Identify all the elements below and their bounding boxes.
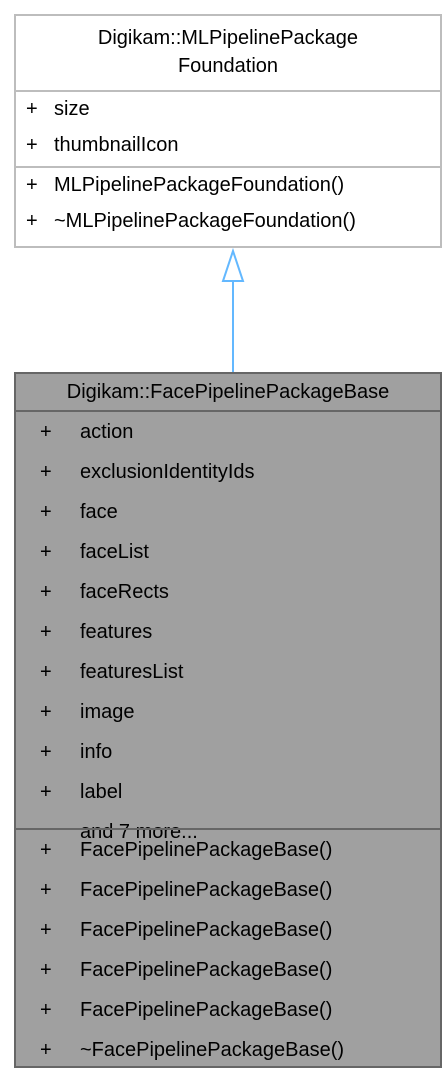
method-name: ~FacePipelinePackageBase() <box>80 1039 345 1061</box>
visibility-public-marker: + <box>26 210 38 232</box>
visibility-public-marker: + <box>40 541 52 563</box>
derived-attribute-row[interactable]: + features <box>16 612 440 652</box>
derived-class-title: Digikam::FacePipelinePackageBase <box>16 374 440 410</box>
visibility-public-marker: + <box>40 581 52 603</box>
visibility-public-marker: + <box>40 959 52 981</box>
base-method-row[interactable]: + MLPipelinePackageFoundation() <box>16 165 440 205</box>
derived-attribute-row[interactable]: + faceRects <box>16 572 440 612</box>
method-name: MLPipelinePackageFoundation() <box>54 174 345 196</box>
visibility-public-marker: + <box>40 919 52 941</box>
derived-method-row[interactable]: + ~FacePipelinePackageBase() <box>16 1030 440 1070</box>
visibility-public-marker: + <box>40 839 52 861</box>
base-class-title: Digikam::MLPipelinePackage Foundation <box>16 16 440 92</box>
base-method-row[interactable]: + ~MLPipelinePackageFoundation() <box>16 201 440 241</box>
method-name: FacePipelinePackageBase() <box>80 919 333 941</box>
visibility-public-marker: + <box>40 461 52 483</box>
derived-method-row[interactable]: + FacePipelinePackageBase() <box>16 910 440 950</box>
attribute-name: info <box>80 741 113 763</box>
visibility-public-marker: + <box>40 621 52 643</box>
derived-class-box[interactable]: Digikam::FacePipelinePackageBase + actio… <box>14 372 442 1068</box>
attribute-name: features <box>80 621 153 643</box>
derived-method-row[interactable]: + FacePipelinePackageBase() <box>16 830 440 870</box>
base-attribute-row[interactable]: + thumbnailIcon <box>16 125 440 165</box>
visibility-public-marker: + <box>40 701 52 723</box>
base-attribute-row[interactable]: + size <box>16 89 440 129</box>
visibility-public-marker: + <box>26 174 38 196</box>
attribute-name: image <box>80 701 135 723</box>
derived-attribute-row[interactable]: + face <box>16 492 440 532</box>
attribute-name: face <box>80 501 118 523</box>
base-class-methods: + MLPipelinePackageFoundation() + ~MLPip… <box>16 168 440 246</box>
attribute-name: faceList <box>80 541 149 563</box>
derived-attribute-row[interactable]: + featuresList <box>16 652 440 692</box>
method-name: FacePipelinePackageBase() <box>80 959 333 981</box>
visibility-public-marker: + <box>40 1039 52 1061</box>
visibility-public-marker: + <box>26 98 38 120</box>
method-name: FacePipelinePackageBase() <box>80 839 333 861</box>
visibility-public-marker: + <box>40 781 52 803</box>
method-name: FacePipelinePackageBase() <box>80 879 333 901</box>
base-class-box[interactable]: Digikam::MLPipelinePackage Foundation + … <box>14 14 442 248</box>
visibility-public-marker: + <box>40 879 52 901</box>
attribute-name: faceRects <box>80 581 169 603</box>
derived-class-attributes: + action + exclusionIdentityIds + face +… <box>16 412 440 843</box>
derived-method-row[interactable]: + FacePipelinePackageBase() <box>16 870 440 910</box>
visibility-public-marker: + <box>40 501 52 523</box>
attribute-name: action <box>80 421 134 443</box>
derived-method-row[interactable]: + FacePipelinePackageBase() <box>16 990 440 1030</box>
derived-attribute-row[interactable]: + info <box>16 732 440 772</box>
derived-attribute-row[interactable]: + image <box>16 692 440 732</box>
derived-attribute-row[interactable]: + faceList <box>16 532 440 572</box>
method-name: ~MLPipelinePackageFoundation() <box>54 210 356 232</box>
attribute-name: size <box>54 98 90 120</box>
derived-attribute-row[interactable]: + action <box>16 412 440 452</box>
visibility-public-marker: + <box>26 134 38 156</box>
derived-attribute-row[interactable]: + exclusionIdentityIds <box>16 452 440 492</box>
derived-class-methods: + FacePipelinePackageBase() + FacePipeli… <box>16 830 440 1068</box>
attribute-name: label <box>80 781 123 803</box>
attribute-name: featuresList <box>80 661 184 683</box>
attribute-name: thumbnailIcon <box>54 134 179 156</box>
base-class-title-line-2: Foundation <box>177 55 279 77</box>
derived-class-title-text: Digikam::FacePipelinePackageBase <box>66 381 390 403</box>
visibility-public-marker: + <box>40 999 52 1021</box>
base-class-attributes: + size + thumbnailIcon <box>16 92 440 168</box>
derived-attribute-row[interactable]: + label <box>16 772 440 812</box>
method-name: FacePipelinePackageBase() <box>80 999 333 1021</box>
attribute-name: exclusionIdentityIds <box>80 461 255 483</box>
visibility-public-marker: + <box>40 421 52 443</box>
visibility-public-marker: + <box>40 661 52 683</box>
visibility-public-marker: + <box>40 741 52 763</box>
inheritance-arrowhead <box>221 247 245 282</box>
derived-method-row[interactable]: + FacePipelinePackageBase() <box>16 950 440 990</box>
base-class-title-line-1: Digikam::MLPipelinePackage <box>97 27 359 49</box>
